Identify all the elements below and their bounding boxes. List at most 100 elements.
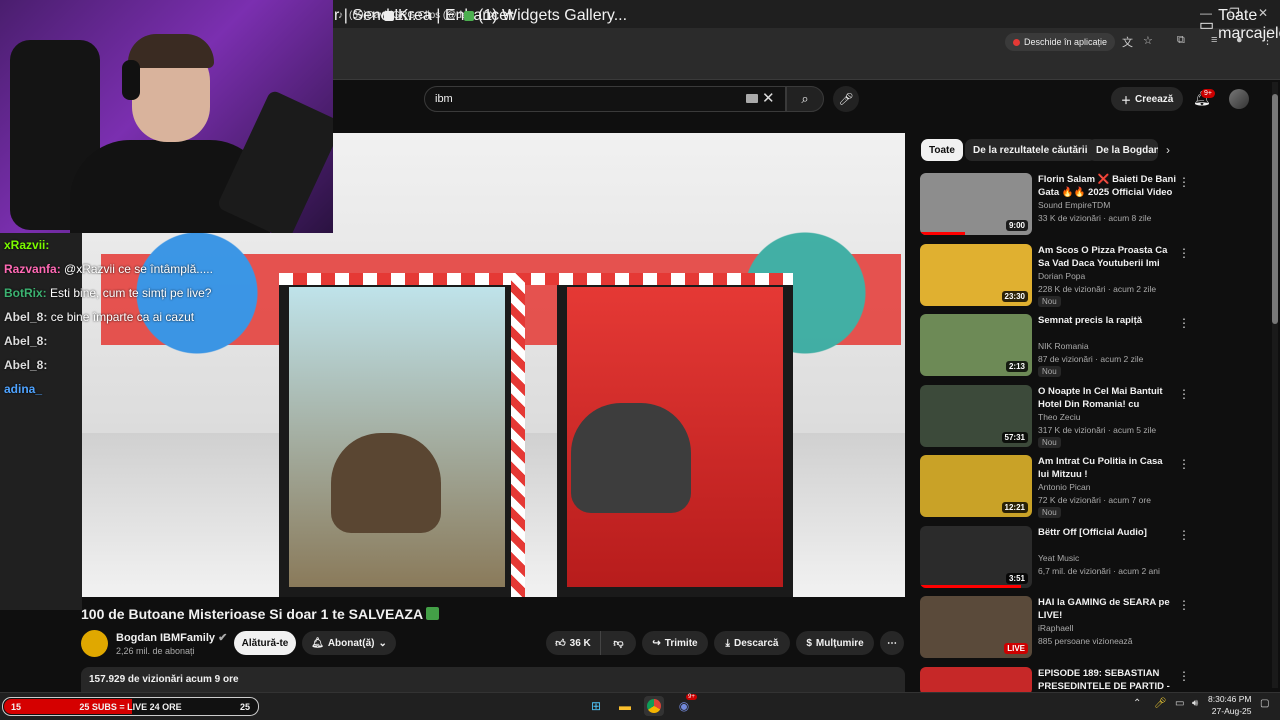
recommendation-title[interactable]: Semnat precis la rapiță — [1038, 314, 1176, 327]
recommendation-item[interactable]: LIVE HAI la GAMING de SEARA pe LIVE! iRaph… — [920, 596, 1270, 660]
search-input[interactable]: ibm — [424, 86, 786, 112]
share-icon: ↪ — [652, 637, 661, 649]
recommendation-title[interactable]: O Noapte In Cel Mai Bantuit Hotel Din Ro… — [1038, 385, 1176, 411]
share-button[interactable]: ↪ Trimite — [642, 631, 708, 655]
notifications-tray-icon[interactable]: ▢ — [1260, 698, 1269, 709]
video-thumbnail[interactable]: 9:00 — [920, 173, 1032, 235]
recommendation-title[interactable]: Am Scos O Pizza Proasta Ca Sa Vad Daca Y… — [1038, 244, 1176, 270]
tray-chevron-icon[interactable]: ⌃ — [1133, 698, 1141, 709]
bookmark-item[interactable]: (1) Widgets Gallery... — [464, 7, 627, 25]
thumbs-up-icon: 👍︎ — [555, 638, 566, 649]
person-right — [571, 403, 691, 513]
all-bookmarks-button[interactable]: ▭Toate marcajele — [1199, 7, 1280, 43]
chip-search-results[interactable]: De la rezultatele căutării — [965, 139, 1096, 161]
more-options-icon[interactable]: ⋮ — [1178, 669, 1190, 683]
chevron-down-icon: ⌄ — [378, 637, 387, 649]
recommendation-channel[interactable]: Sound EmpireTDM — [1038, 200, 1110, 210]
keyboard-icon[interactable] — [746, 94, 758, 103]
thumbs-down-icon: 👎︎ — [613, 638, 624, 649]
clear-search-icon[interactable]: ✕ — [762, 89, 775, 107]
recommendation-title[interactable]: Am Intrat Cu Politia in Casa lui Mitzuu … — [1038, 455, 1176, 481]
recommendation-item[interactable]: 23:30 Am Scos O Pizza Proasta Ca Sa Vad D… — [920, 244, 1270, 308]
dislike-button[interactable]: 👎︎ — [600, 631, 636, 655]
scrollbar-thumb[interactable] — [1272, 94, 1278, 324]
more-options-icon[interactable]: ⋮ — [1178, 316, 1190, 330]
recommendation-meta: 885 persoane vizionează — [1038, 636, 1133, 646]
more-options-icon[interactable]: ⋮ — [1178, 528, 1190, 542]
more-options-icon[interactable]: ⋮ — [1178, 457, 1190, 471]
chat-text: @xRazvii ce se întâmplă..... — [64, 262, 213, 276]
download-button[interactable]: ⤓ Descarcă — [714, 631, 790, 655]
more-actions-button[interactable]: ⋯ — [880, 631, 904, 655]
chat-message: Abel_8: — [4, 358, 47, 372]
duration-badge: 12:21 — [1001, 502, 1028, 513]
video-thumbnail[interactable]: LIVE — [920, 596, 1032, 658]
recommendation-item[interactable]: 57:31 O Noapte In Cel Mai Bantuit Hotel D… — [920, 385, 1270, 449]
notifications-badge: 9+ — [1201, 89, 1215, 98]
recommendation-item[interactable]: 9:00 Florin Salam ❌ Baieti De Bani Gata 🔥… — [920, 173, 1270, 237]
chevron-right-icon[interactable]: › — [1166, 143, 1170, 157]
windows-start-icon[interactable]: ⊞ — [586, 696, 606, 716]
more-options-icon[interactable]: ⋮ — [1178, 246, 1190, 260]
volume-icon[interactable]: 🔊︎ — [1192, 698, 1198, 709]
recommendation-channel[interactable]: NIK Romania — [1038, 341, 1089, 351]
system-clock[interactable]: 8:30:46 PM 27-Aug-25 — [1208, 693, 1251, 717]
recommendation-channel[interactable]: Theo Zeciu — [1038, 412, 1081, 422]
network-icon[interactable]: ▭ — [1175, 698, 1184, 709]
recommendation-channel[interactable]: Yeat Music — [1038, 553, 1079, 563]
translate-icon[interactable]: 文 — [1122, 34, 1133, 50]
recommendation-channel[interactable]: Dorian Popa — [1038, 271, 1085, 281]
video-thumbnail[interactable]: 3:51 — [920, 526, 1032, 588]
record-dot-icon — [1013, 38, 1020, 46]
watch-progress-bar — [920, 232, 965, 235]
streamer-webcam — [0, 0, 333, 233]
recommendation-channel[interactable]: iRaphaell — [1038, 623, 1073, 633]
create-button[interactable]: ＋ Creează — [1111, 87, 1184, 111]
more-options-icon[interactable]: ⋮ — [1178, 598, 1190, 612]
chat-message: xRazvii: — [4, 238, 49, 252]
mic-tray-icon[interactable]: 🎤︎ — [1154, 698, 1167, 709]
chip-label: Toate — [929, 144, 955, 156]
recommendation-channel[interactable]: Antonio Pican — [1038, 482, 1090, 492]
recommendation-item[interactable]: 2:13 Semnat precis la rapiță NIK Romania 87… — [920, 314, 1270, 378]
krea-icon — [384, 11, 394, 21]
like-button[interactable]: 👍︎ 36 K — [546, 631, 600, 655]
video-thumbnail[interactable]: 12:21 — [920, 455, 1032, 517]
thanks-button[interactable]: $ Mulțumire — [796, 631, 874, 655]
subscribed-button[interactable]: 🔔︎ Abonat(ă) ⌄ — [302, 631, 396, 655]
recommendation-title[interactable]: Florin Salam ❌ Baieti De Bani Gata 🔥🔥 20… — [1038, 173, 1176, 199]
chip-all[interactable]: Toate — [921, 139, 963, 161]
recommendation-item[interactable]: EPISODE 189: SEBASTIAN PRESEDINTELE DE P… — [920, 667, 1270, 695]
description-box[interactable]: 157.929 de vizionări acum 9 ore — [81, 667, 905, 693]
mic-icon: 🎤︎ — [838, 92, 854, 106]
chip-from-channel[interactable]: De la Bogdan — [1088, 139, 1158, 161]
video-thumbnail[interactable]: 2:13 — [920, 314, 1032, 376]
more-options-icon[interactable]: ⋮ — [1178, 175, 1190, 189]
recommendation-title[interactable]: HAI la GAMING de SEARA pe LIVE! — [1038, 596, 1176, 622]
extensions-icon[interactable]: ⧉ — [1177, 34, 1185, 47]
recommendation-title[interactable]: Bëttr Off [Official Audio] — [1038, 526, 1176, 539]
channel-avatar[interactable] — [81, 630, 108, 657]
account-avatar[interactable] — [1229, 89, 1249, 109]
star-icon[interactable]: ☆ — [1143, 34, 1153, 47]
channel-name[interactable]: Bogdan IBMFamily ✔ — [116, 631, 227, 644]
video-thumbnail[interactable]: 57:31 — [920, 385, 1032, 447]
open-in-app-button[interactable]: Deschide în aplicație — [1005, 33, 1116, 51]
views-and-time: 157.929 de vizionări acum 9 ore — [89, 674, 239, 685]
voice-search-button[interactable]: 🎤︎ — [833, 86, 859, 112]
more-options-icon[interactable]: ⋮ — [1178, 387, 1190, 401]
recommendation-meta: 87 de vizionări · acum 2 zile — [1038, 354, 1144, 364]
chrome-icon[interactable] — [644, 696, 664, 716]
recommendation-title[interactable]: EPISODE 189: SEBASTIAN PRESEDINTELE DE P… — [1038, 667, 1176, 693]
share-label: Trimite — [664, 637, 698, 649]
recommendation-item[interactable]: 3:51 Bëttr Off [Official Audio] Yeat Music… — [920, 526, 1270, 590]
headphones-icon — [122, 60, 140, 100]
file-explorer-icon[interactable]: ▬ — [615, 696, 635, 716]
join-button[interactable]: Alătură-te — [234, 631, 296, 655]
video-thumbnail[interactable]: 23:30 — [920, 244, 1032, 306]
verified-icon: ✔ — [218, 632, 228, 644]
search-button[interactable]: ⌕ — [786, 86, 824, 112]
widgets-icon — [464, 11, 474, 21]
video-thumbnail[interactable] — [920, 667, 1032, 695]
recommendation-item[interactable]: 12:21 Am Intrat Cu Politia in Casa lui Mi… — [920, 455, 1270, 519]
